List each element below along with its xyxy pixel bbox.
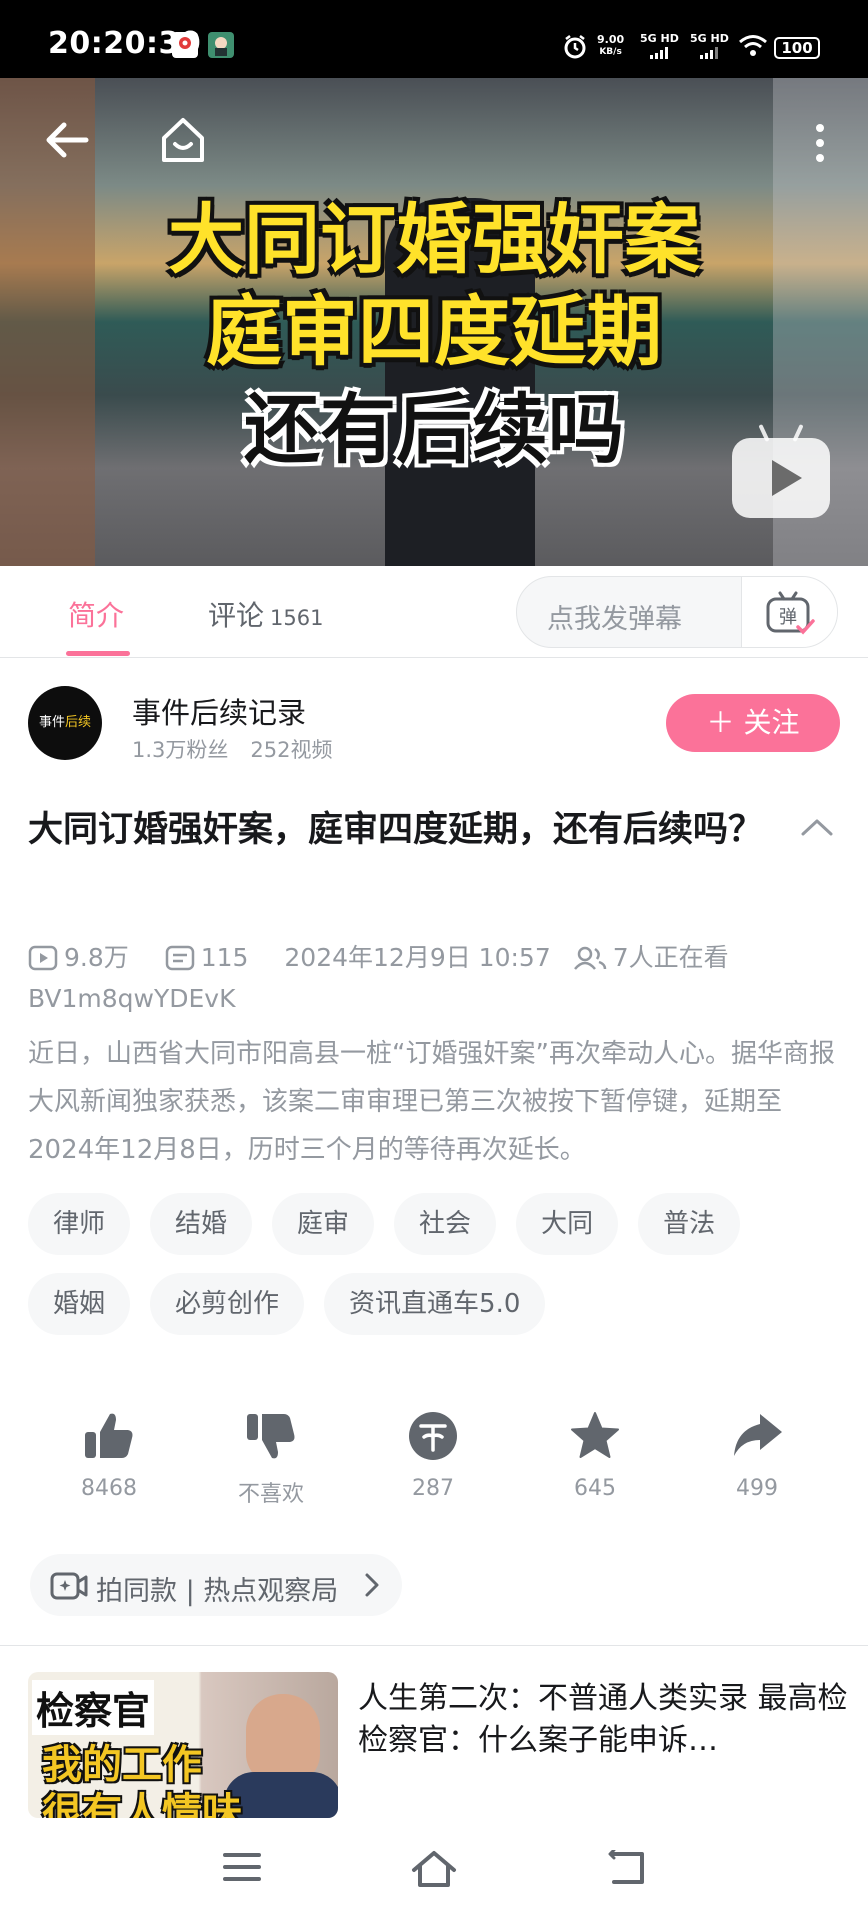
signal-1: 5G HD: [640, 32, 679, 59]
bvid[interactable]: BV1m8qwYDEvK: [28, 984, 235, 1013]
signal-2: 5G HD: [690, 32, 729, 59]
video-overlay-line2: 庭审四度延期: [206, 287, 662, 376]
tag-item[interactable]: 婚姻: [28, 1273, 131, 1335]
tv-play-icon[interactable]: [732, 423, 830, 518]
camera-sparkle-icon: [50, 1572, 88, 1600]
publish-time: 2024年12月9日 10:57: [284, 943, 551, 972]
signal-2-label: 5G HD: [690, 32, 729, 45]
danmaku-tv-icon: 弹: [766, 591, 815, 635]
tab-comments-label: 评论: [208, 599, 265, 632]
signal-bars-icon: [700, 47, 718, 59]
menu-icon[interactable]: [222, 1850, 262, 1888]
section-divider: [0, 1645, 868, 1646]
coin-count: 287: [412, 1476, 454, 1501]
recommended-thumbnail: 检察官 我的工作 很有人情味: [28, 1672, 338, 1818]
tab-bar: 简介 评论 1561 点我发弹幕 弹: [0, 566, 868, 658]
coin-icon: [409, 1412, 457, 1460]
tag-item[interactable]: 结婚: [150, 1193, 253, 1255]
nav-home-icon[interactable]: [410, 1850, 458, 1892]
video-meta: 9.8万 115 2024年12月9日 10:57 7人正在看: [28, 938, 757, 974]
share-count: 499: [736, 1476, 778, 1501]
avatar-text-a: 事件: [38, 715, 65, 730]
network-speed-value: 9.00: [597, 33, 625, 46]
thumbnail-text-3: 很有人情味: [42, 1790, 242, 1818]
signal-1-label: 5G HD: [640, 32, 679, 45]
same-style-button[interactable]: 拍同款 | 热点观察局: [30, 1554, 402, 1616]
favorite-count: 645: [574, 1476, 616, 1501]
tab-comments-count: 1561: [270, 606, 324, 630]
tab-comments[interactable]: 评论 1561: [208, 594, 323, 634]
recommended-title: 人生第二次：不普通人类实录 最高检检察官：什么案子能申诉…: [358, 1681, 848, 1758]
uploader-info: 事件后续 事件后续记录 1.3万粉丝 252视频 ＋ 关注: [0, 660, 868, 770]
dislike-label: 不喜欢: [237, 1482, 304, 1507]
home-icon[interactable]: [158, 116, 208, 168]
play-count: 9.8万: [28, 943, 143, 972]
follow-button[interactable]: ＋ 关注: [666, 694, 840, 752]
video-player[interactable]: 大同订婚强奸案 庭审四度延期 还有后续吗: [0, 78, 868, 566]
avatar[interactable]: 事件后续: [28, 686, 102, 760]
wifi-icon: [738, 34, 768, 62]
uploader-name[interactable]: 事件后续记录: [132, 690, 306, 732]
network-speed-unit: KB/s: [599, 47, 622, 57]
thumbs-down-icon: [247, 1414, 295, 1459]
danmaku-count-value: 115: [200, 943, 249, 972]
star-icon: [571, 1412, 619, 1458]
danmaku-placeholder: 点我发弹幕: [547, 604, 682, 635]
thumbnail-face: [246, 1694, 320, 1784]
status-bar: 20:20:30 9.00 KB/s 5G HD 5G HD 100: [0, 0, 868, 78]
uploader-followers: 1.3万粉丝: [132, 738, 229, 762]
uploader-videos: 252视频: [250, 738, 333, 762]
coin-button[interactable]: 287: [368, 1410, 498, 1501]
like-count: 8468: [81, 1476, 137, 1501]
chevron-right-icon: [365, 1573, 379, 1597]
like-button[interactable]: 8468: [44, 1410, 174, 1501]
tag-item[interactable]: 律师: [28, 1193, 131, 1255]
network-speed: 9.00 KB/s: [597, 34, 624, 58]
thumbnail-text-1: 检察官: [32, 1680, 155, 1735]
system-nav-bar: [0, 1818, 868, 1920]
battery-indicator: 100: [774, 37, 820, 59]
danmaku-count: 115: [165, 943, 263, 972]
more-vertical-icon[interactable]: [812, 122, 828, 168]
share-button[interactable]: 499: [692, 1410, 822, 1501]
avatar-text-b: 后续: [65, 715, 92, 730]
tab-intro[interactable]: 简介: [68, 594, 124, 634]
tag-item[interactable]: 普法: [638, 1193, 741, 1255]
danmaku-input[interactable]: 点我发弹幕 弹: [516, 576, 838, 648]
danmaku-button-label: 弹: [779, 607, 797, 628]
tag-list: 律师 结婚 庭审 社会 大同 普法婚姻 必剪创作 资讯直通车5.0: [28, 1193, 848, 1353]
tag-item[interactable]: 大同: [516, 1193, 619, 1255]
tag-item[interactable]: 资讯直通车5.0: [324, 1273, 546, 1335]
danmaku-count-icon: [165, 945, 194, 971]
action-bar: 8468 不喜欢 287 645 499: [0, 1410, 868, 1520]
alarm-icon: [562, 34, 588, 64]
tag-item[interactable]: 社会: [394, 1193, 497, 1255]
nav-back-icon[interactable]: [608, 1848, 648, 1890]
signal-bars-icon: [650, 47, 668, 59]
share-arrow-icon: [734, 1414, 782, 1456]
recommended-video[interactable]: 检察官 我的工作 很有人情味 人生第二次：不普通人类实录 最高检检察官：什么案子…: [0, 1668, 868, 1818]
map-pin-notification-icon: [172, 32, 198, 58]
play-count-value: 9.8万: [64, 943, 129, 972]
back-arrow-icon[interactable]: [44, 120, 90, 164]
play-count-icon: [28, 945, 58, 971]
same-style-label: 拍同款 | 热点观察局: [96, 1576, 339, 1607]
watching-count: 7人正在看: [573, 943, 743, 972]
watching-users-icon: [573, 946, 606, 970]
video-description: 近日，山西省大同市阳高县一桩“订婚强奸案”再次牵动人心。据华商报大风新闻独家获悉…: [28, 1039, 835, 1165]
uploader-stats: 1.3万粉丝 252视频: [132, 734, 355, 764]
video-title: 大同订婚强奸案，庭审四度延期，还有后续吗？: [28, 810, 764, 850]
dislike-button[interactable]: 不喜欢: [206, 1410, 336, 1508]
watching-count-value: 7人正在看: [612, 943, 729, 972]
tag-item[interactable]: 庭审: [272, 1193, 375, 1255]
danmaku-toggle-button[interactable]: 弹: [741, 577, 837, 647]
chevron-up-icon[interactable]: [800, 816, 834, 850]
tab-active-underline: [66, 651, 130, 656]
tag-item[interactable]: 必剪创作: [150, 1273, 305, 1335]
app-notification-icon: [208, 32, 234, 58]
favorite-button[interactable]: 645: [530, 1410, 660, 1501]
thumbs-up-icon: [85, 1413, 133, 1458]
